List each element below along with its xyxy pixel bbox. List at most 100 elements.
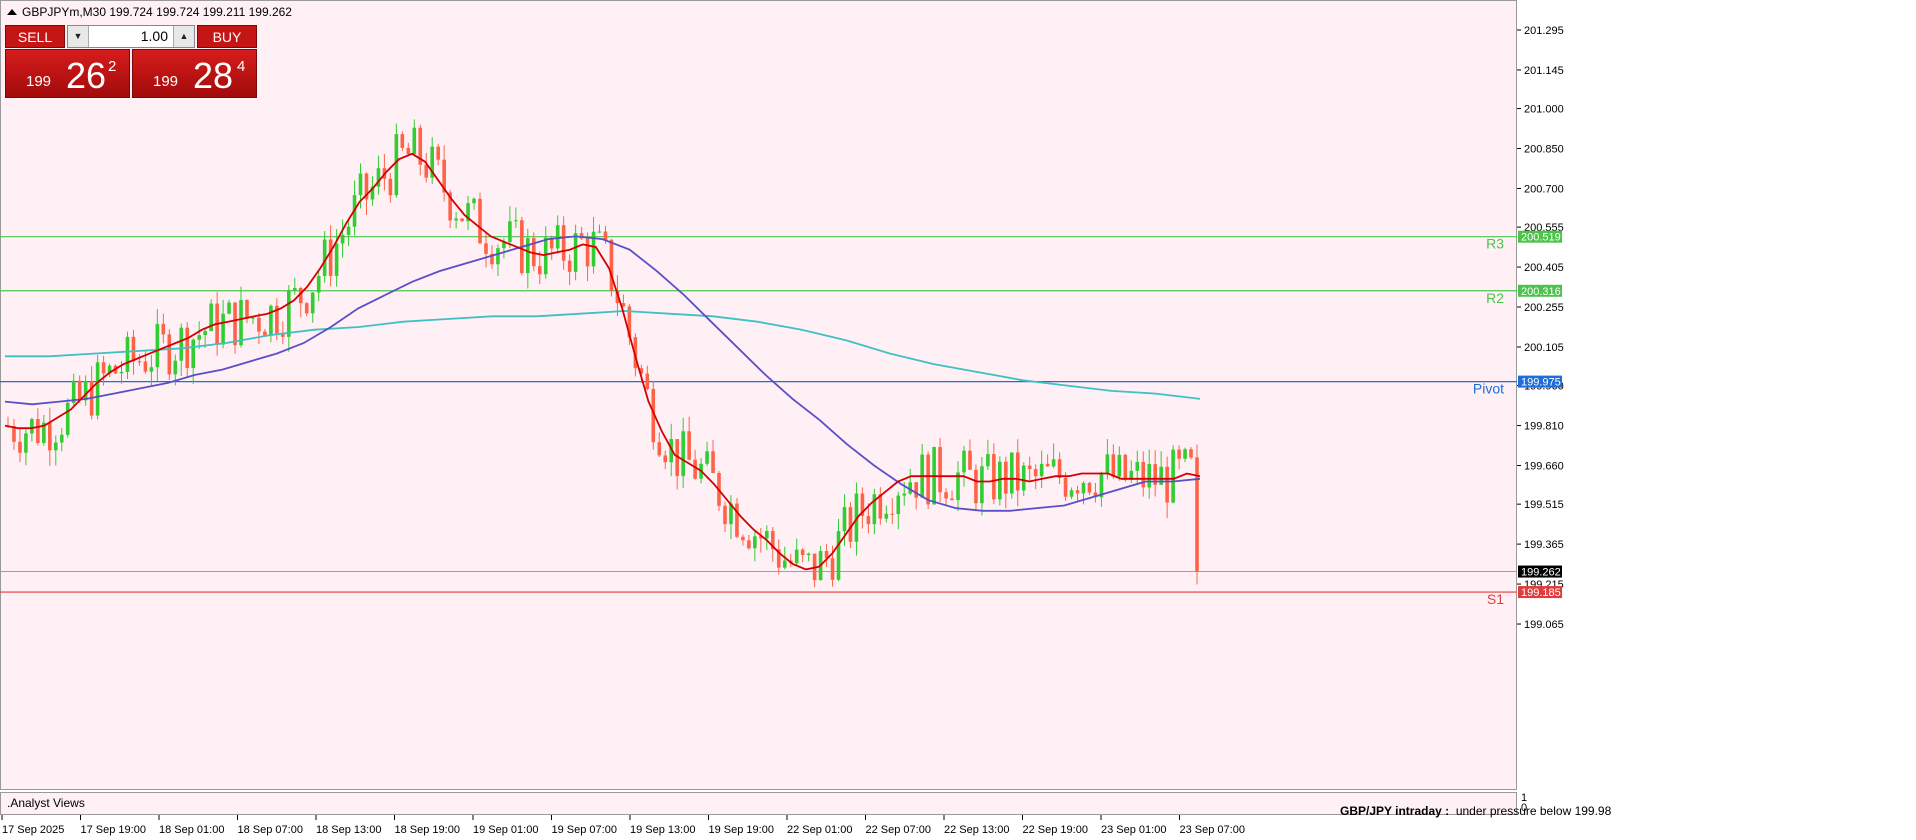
- candle-bear: [1165, 466, 1169, 503]
- candle-bear: [537, 266, 542, 275]
- x-tick-label: 18 Sep 07:00: [238, 824, 303, 836]
- candle-bear: [561, 225, 566, 261]
- candle-bear: [1075, 490, 1080, 494]
- x-tick-label: 19 Sep 07:00: [552, 824, 617, 836]
- candle-bull: [597, 231, 602, 233]
- level-price-label: 199.975: [1521, 377, 1561, 389]
- buy-button[interactable]: BUY: [197, 25, 257, 48]
- candle-bear: [747, 540, 751, 549]
- candle-bull: [394, 134, 399, 196]
- x-tick-label: 17 Sep 2025: [2, 824, 64, 836]
- moving-average-slow: [5, 310, 1201, 400]
- candle-bull: [83, 381, 88, 401]
- candle-bear: [388, 178, 393, 196]
- candle-bull: [543, 237, 548, 275]
- candle-bear: [585, 238, 590, 267]
- lot-increase-arrow-icon[interactable]: ▲: [173, 26, 194, 47]
- candle-bull: [412, 127, 417, 155]
- y-tick-label: 200.255: [1524, 302, 1564, 314]
- lot-decrease-arrow-icon[interactable]: ▼: [68, 26, 89, 47]
- candle-bear: [723, 505, 727, 525]
- candle-bear: [304, 303, 309, 314]
- analyst-view-title: GBP/JPY intraday :: [1340, 804, 1450, 818]
- indicator-scale-bottom: 0: [1521, 802, 1528, 814]
- lot-size-value[interactable]: 1.00: [90, 26, 172, 47]
- candle-bear: [1015, 452, 1020, 491]
- candle-bull: [1021, 465, 1026, 491]
- candle-bull: [227, 302, 231, 314]
- y-tick-label: 199.365: [1524, 539, 1564, 551]
- candle-bear: [567, 260, 572, 272]
- triangle-up-icon[interactable]: [7, 9, 17, 15]
- sell-price-box[interactable]: 199 26 2: [5, 49, 130, 98]
- sell-button[interactable]: SELL: [5, 25, 65, 48]
- indicator-pane[interactable]: .Analyst Views: [0, 792, 1517, 815]
- candle-bull: [95, 362, 100, 416]
- candle-bull: [782, 560, 787, 568]
- candle-bear: [711, 451, 715, 473]
- candle-bull: [705, 451, 709, 464]
- candle-bull: [269, 305, 273, 336]
- x-tick-label: 19 Sep 13:00: [630, 824, 695, 836]
- candle-bull: [526, 238, 530, 274]
- analyst-view-body: under pressure below 199.98: [1455, 804, 1612, 818]
- candle-bear: [603, 231, 608, 240]
- candle-bear: [48, 422, 52, 451]
- level-name-r3: R3: [1486, 236, 1504, 252]
- candle-bull: [962, 450, 966, 473]
- candle-bear: [1045, 463, 1050, 467]
- candle-bull: [287, 290, 291, 337]
- y-tick-label: 200.700: [1524, 183, 1564, 195]
- candle-bull: [573, 233, 578, 272]
- level-price-label: 200.316: [1521, 286, 1561, 298]
- candle-bear: [609, 239, 614, 291]
- x-tick-label: 18 Sep 13:00: [316, 824, 381, 836]
- x-tick-label: 19 Sep 19:00: [709, 824, 774, 836]
- sell-price-fraction: 2: [108, 58, 117, 75]
- candle-bull: [508, 221, 512, 242]
- candle-bull: [1105, 454, 1110, 473]
- candle-bear: [131, 336, 136, 362]
- buy-price-fraction: 4: [237, 58, 246, 75]
- candle-bear: [167, 334, 172, 375]
- x-tick-label: 22 Sep 19:00: [1023, 824, 1088, 836]
- candle-bear: [914, 482, 918, 498]
- candle-bear: [1027, 465, 1032, 470]
- candle-bull: [496, 248, 500, 265]
- candle-bear: [1123, 454, 1128, 480]
- candle-bull: [842, 507, 847, 532]
- candle-bull: [251, 317, 255, 319]
- candle-bull: [555, 225, 560, 249]
- candle-bull: [340, 234, 345, 244]
- candle-bear: [866, 515, 871, 525]
- x-tick-label: 22 Sep 01:00: [787, 824, 852, 836]
- candle-bear: [406, 147, 411, 155]
- lot-size-stepper[interactable]: ▼ 1.00 ▲: [67, 25, 195, 48]
- candle-bear: [693, 459, 697, 479]
- candle-bull: [980, 466, 984, 504]
- candle-bull: [239, 300, 243, 346]
- sell-price-figure: 199: [26, 73, 52, 90]
- candle-bear: [1087, 482, 1092, 493]
- candle-bull: [197, 335, 201, 340]
- candle-bear: [460, 218, 464, 222]
- candle-bear: [245, 300, 249, 319]
- candle-bull: [591, 231, 596, 267]
- candle-bear: [1057, 459, 1062, 478]
- moving-average-mid: [4, 235, 1201, 512]
- level-price-label: 200.519: [1521, 232, 1561, 244]
- buy-price-pips: 28: [193, 55, 234, 96]
- candle-bull: [884, 513, 889, 519]
- buy-price-box[interactable]: 199 28 4: [132, 49, 257, 98]
- sell-price-pips: 26: [66, 55, 107, 96]
- candle-bear: [645, 373, 650, 389]
- chart-window: 201.295 201.145 201.000 200.850 200.700 200.5…: [0, 0, 1916, 840]
- analyst-view-text: GBP/JPY intraday : under pressure below …: [1340, 804, 1611, 818]
- candle-bear: [926, 454, 930, 505]
- candle-bull: [310, 292, 315, 314]
- candle-bull: [472, 198, 476, 204]
- x-tick-label: 23 Sep 01:00: [1101, 824, 1166, 836]
- candle-bull: [902, 493, 907, 496]
- y-tick-label: 199.660: [1524, 461, 1564, 473]
- y-tick-label: 200.850: [1524, 144, 1564, 156]
